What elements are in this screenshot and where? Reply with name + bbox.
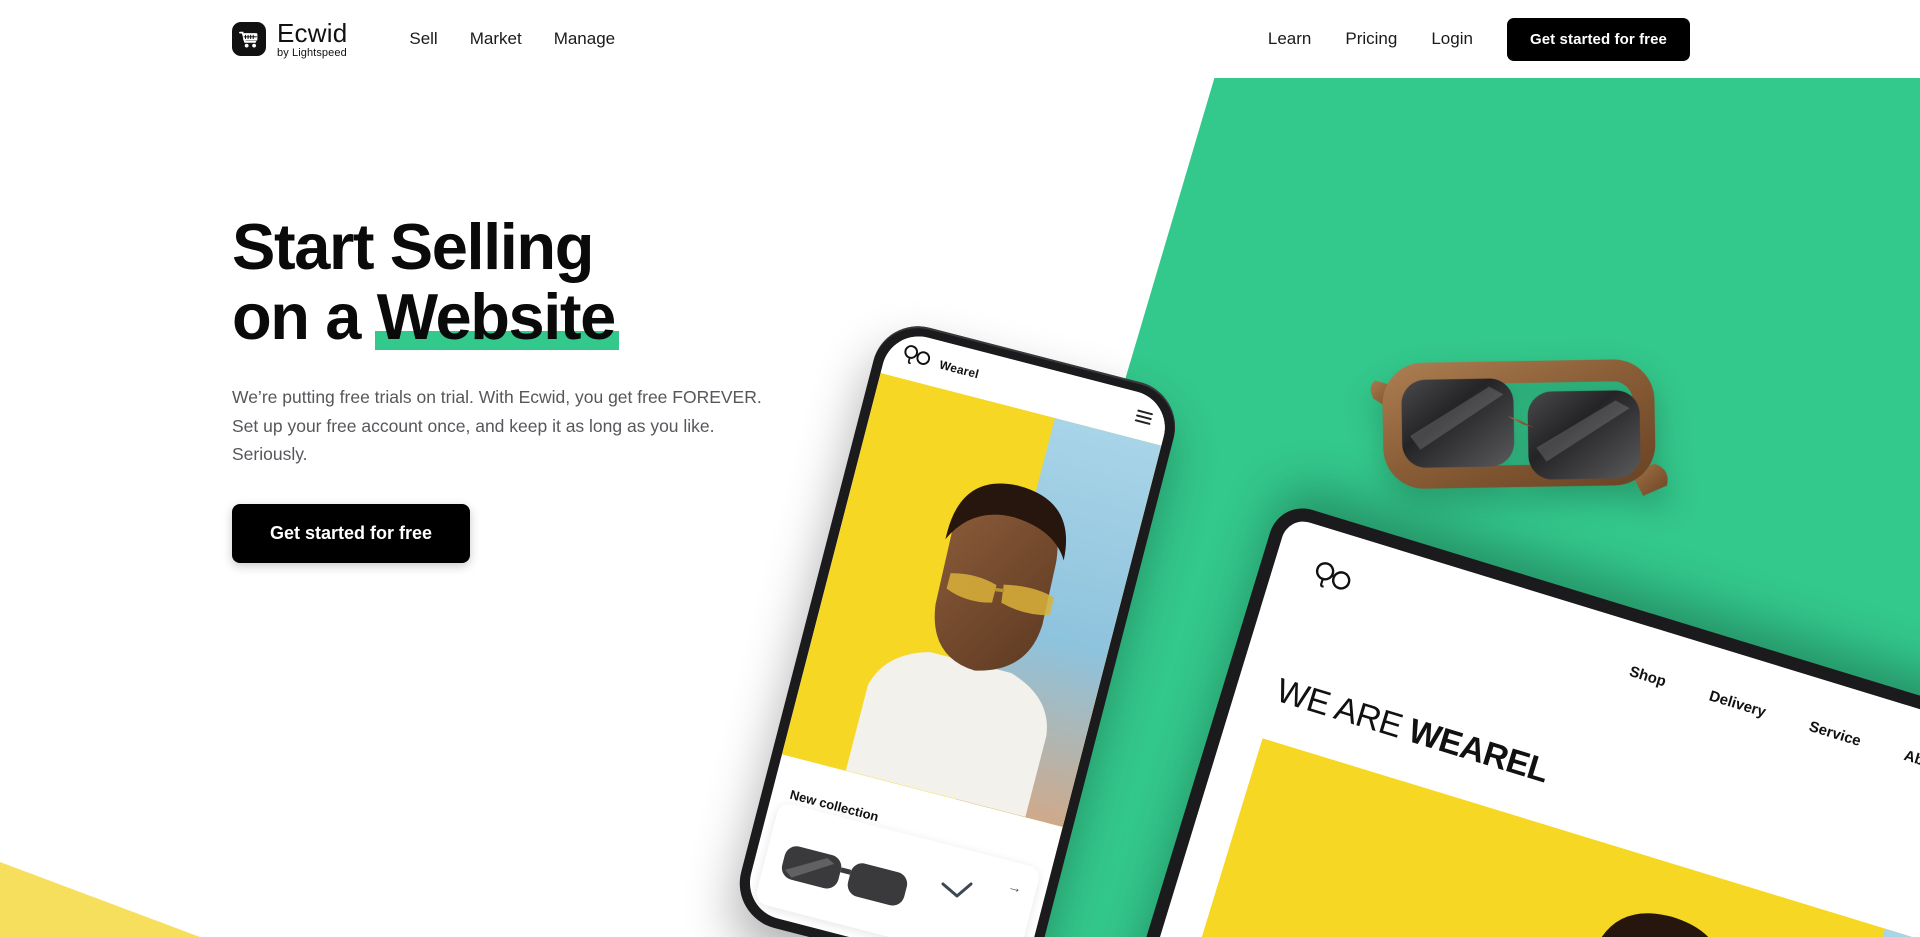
headline-highlight: Website bbox=[376, 280, 617, 354]
headline-line-2: on a Website bbox=[232, 282, 872, 352]
hero-page: Shop Delivery Service About us Contacts … bbox=[0, 0, 1920, 937]
site-header: Ecwid by Lightspeed Sell Market Manage L… bbox=[0, 0, 1920, 78]
scroll-down-button[interactable] bbox=[940, 880, 974, 905]
primary-nav: Sell Market Manage bbox=[409, 29, 615, 49]
hero-get-started-button[interactable]: Get started for free bbox=[232, 504, 471, 564]
phone-brand-label: Wearel bbox=[937, 357, 981, 382]
nav-item-pricing[interactable]: Pricing bbox=[1345, 29, 1397, 49]
chevron-down-icon bbox=[941, 882, 973, 898]
green-diagonal-background bbox=[960, 78, 1920, 937]
hero-content: Start Selling on a Website We’re putting… bbox=[232, 210, 872, 564]
glasses-logo-icon bbox=[898, 342, 934, 376]
headline-line-1: Start Selling bbox=[232, 210, 594, 283]
nav-item-sell[interactable]: Sell bbox=[409, 29, 437, 49]
nav-item-market[interactable]: Market bbox=[470, 29, 522, 49]
hero-paragraph: We’re putting free trials on trial. With… bbox=[232, 387, 762, 465]
header-get-started-button[interactable]: Get started for free bbox=[1506, 17, 1690, 61]
nav-item-manage[interactable]: Manage bbox=[554, 29, 615, 49]
brand-name: Ecwid bbox=[277, 17, 348, 48]
brand-logo[interactable]: Ecwid by Lightspeed bbox=[232, 20, 347, 59]
nav-item-login[interactable]: Login bbox=[1431, 29, 1473, 49]
headline-highlight-wrap: Website bbox=[374, 280, 619, 354]
shopping-cart-icon bbox=[232, 22, 266, 56]
brand-logo-text: Ecwid by Lightspeed bbox=[277, 20, 347, 59]
secondary-nav: Learn Pricing Login Get started for free bbox=[1268, 17, 1690, 61]
page-title: Start Selling on a Website bbox=[232, 210, 872, 352]
phone-card-sunglasses-image bbox=[781, 846, 908, 906]
headline-prefix: on a bbox=[232, 280, 377, 354]
yellow-corner-accent bbox=[0, 862, 200, 937]
brand-tagline: by Lightspeed bbox=[277, 46, 347, 59]
nav-item-learn[interactable]: Learn bbox=[1268, 29, 1311, 49]
